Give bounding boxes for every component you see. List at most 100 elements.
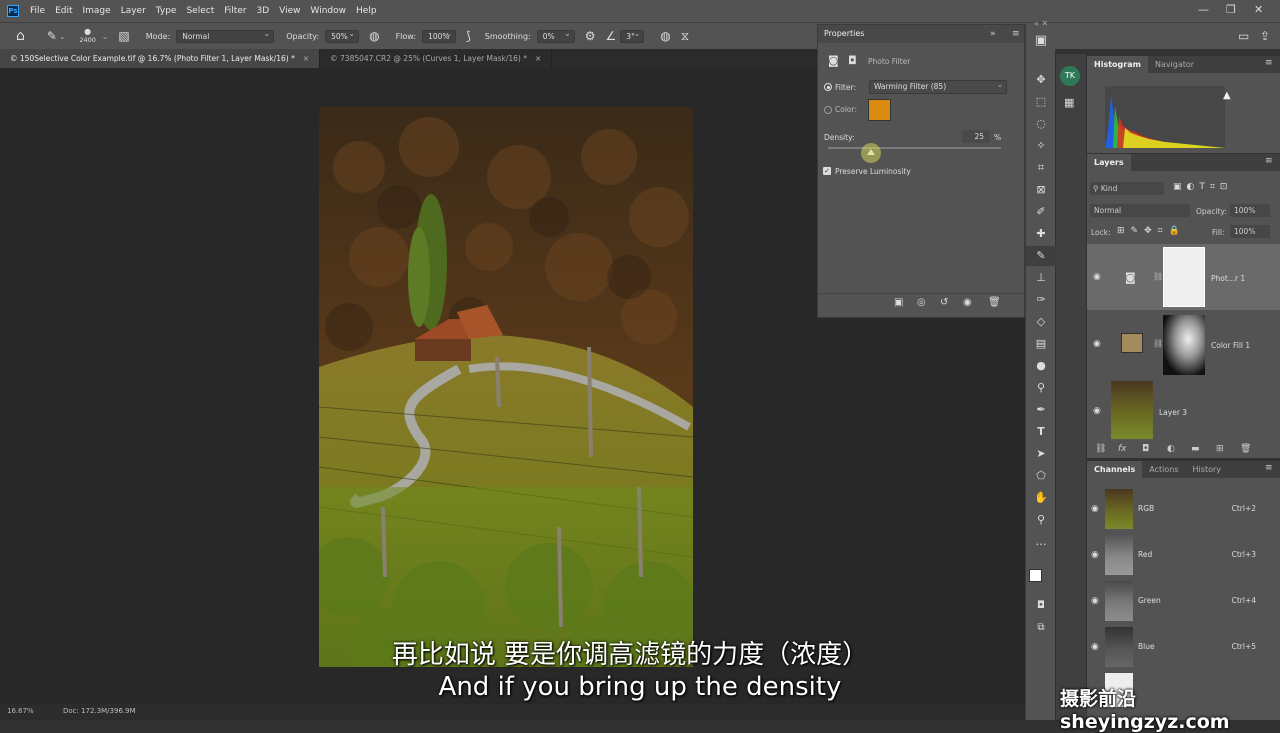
panel-menu-icon[interactable]: ≡ — [1265, 58, 1273, 68]
tab-actions[interactable]: Actions — [1142, 461, 1185, 478]
menu-file[interactable]: File — [25, 6, 50, 16]
chevron-down-icon[interactable]: ⌄ — [102, 32, 109, 41]
history-brush-tool-icon[interactable]: ✑ — [1026, 290, 1056, 310]
mode-select[interactable]: Normal — [176, 28, 275, 43]
clip-to-layer-icon[interactable]: ▣ — [894, 297, 903, 308]
quick-select-tool-icon[interactable]: ✧ — [1026, 136, 1056, 156]
channel-row-green[interactable]: ◉ Green Ctrl+4 — [1087, 578, 1280, 624]
blend-mode-select[interactable]: Normal — [1090, 204, 1190, 217]
eraser-tool-icon[interactable]: ◇ — [1026, 312, 1056, 332]
flow-field[interactable]: 100% — [422, 28, 457, 43]
healing-tool-icon[interactable]: ✚ — [1026, 224, 1056, 244]
pressure-opacity-icon[interactable]: ◍ — [369, 29, 379, 43]
marquee-tool-icon[interactable]: ⬚ — [1026, 92, 1056, 112]
layer-row-layer3[interactable]: ◉ Layer 3 — [1087, 378, 1280, 444]
adjustment-camera-icon[interactable]: ◙ — [828, 54, 839, 67]
panel-menu-icon[interactable]: ≡ — [1012, 25, 1020, 43]
brush-settings-icon[interactable]: ▧ — [118, 29, 129, 43]
link-layers-icon[interactable]: ⛓ — [1095, 444, 1106, 454]
visibility-eye-icon[interactable]: ◉ — [1093, 339, 1101, 349]
filter-select[interactable]: Warming Filter (85) ⌄ — [869, 80, 1007, 94]
tab-document-1[interactable]: © 150Selective Color Example.tif @ 16.7%… — [0, 49, 321, 68]
lasso-tool-icon[interactable]: ◌ — [1026, 114, 1056, 134]
panel-menu-icon[interactable]: ≡ — [1265, 156, 1273, 166]
angle-field[interactable]: 3° — [620, 28, 645, 43]
plugin-icon[interactable]: TK — [1060, 66, 1080, 86]
move-tool-icon[interactable]: ✥ — [1026, 70, 1056, 90]
visibility-eye-icon[interactable]: ◉ — [963, 297, 972, 308]
fill-field[interactable]: 100% — [1230, 225, 1270, 238]
view-previous-icon[interactable]: ◎ — [917, 297, 926, 308]
group-icon[interactable]: ▬ — [1191, 444, 1200, 454]
close-tab-icon[interactable]: × — [303, 54, 309, 63]
menu-image[interactable]: Image — [78, 6, 116, 16]
brush-preset-picker[interactable]: ● 2400 — [76, 27, 100, 45]
zoom-level[interactable]: 16.67% — [7, 707, 34, 715]
menu-layer[interactable]: Layer — [116, 6, 151, 16]
reset-icon[interactable]: ↺ — [940, 297, 948, 308]
close-icon[interactable]: ✕ — [1254, 3, 1263, 16]
menu-select[interactable]: Select — [181, 6, 219, 16]
hand-tool-icon[interactable]: ✋ — [1026, 488, 1056, 508]
crop-tool-icon[interactable]: ⌗ — [1026, 158, 1056, 178]
mask-icon[interactable]: ◘ — [848, 54, 857, 67]
tab-history[interactable]: History — [1186, 461, 1228, 478]
brush-tool-icon[interactable]: ✎ — [1026, 246, 1056, 266]
channel-row-rgb[interactable]: ◉ RGB Ctrl+2 — [1087, 486, 1280, 532]
libraries-icon[interactable]: ▦ — [1064, 96, 1074, 109]
pen-tool-icon[interactable]: ✒ — [1026, 400, 1056, 420]
more-tools-icon[interactable]: … — [1026, 532, 1056, 552]
layer-mask-thumbnail[interactable] — [1163, 315, 1205, 375]
smoothing-field[interactable]: 0% — [536, 28, 575, 43]
close-tab-icon[interactable]: × — [535, 54, 541, 63]
layer-row-photo-filter[interactable]: ◉ ◙ ⛓ Phot...r 1 — [1087, 244, 1280, 310]
menu-window[interactable]: Window — [306, 6, 352, 16]
tab-navigator[interactable]: Navigator — [1148, 56, 1201, 73]
foreground-color-swatch[interactable] — [1029, 569, 1042, 582]
layer-name[interactable]: Phot...r 1 — [1211, 274, 1245, 283]
color-fill-thumbnail[interactable] — [1121, 333, 1143, 353]
workspace-switch-icon[interactable]: ▣ — [1026, 31, 1056, 51]
tab-channels[interactable]: Channels — [1087, 461, 1143, 478]
visibility-eye-icon[interactable]: ◉ — [1093, 406, 1101, 416]
menu-type[interactable]: Type — [151, 6, 182, 16]
layer-name[interactable]: Layer 3 — [1159, 408, 1187, 417]
panel-menu-icon[interactable]: ≡ — [1265, 463, 1273, 473]
layer-filter-select[interactable]: ⚲ Kind — [1090, 182, 1164, 195]
gradient-tool-icon[interactable]: ▤ — [1026, 334, 1056, 354]
delete-icon[interactable]: 🗑 — [988, 297, 1001, 308]
layer-name[interactable]: Color Fill 1 — [1211, 341, 1250, 350]
filter-radio[interactable] — [824, 83, 832, 91]
preserve-checkbox[interactable]: ✓ — [823, 167, 831, 175]
visibility-eye-icon[interactable]: ◉ — [1091, 596, 1099, 606]
type-tool-icon[interactable]: T — [1026, 422, 1056, 442]
symmetry-icon[interactable]: ⧖ — [681, 29, 689, 44]
tab-layers[interactable]: Layers — [1087, 154, 1131, 171]
pressure-size-icon[interactable]: ◍ — [660, 29, 670, 43]
path-select-tool-icon[interactable]: ➤ — [1026, 444, 1056, 464]
document-image[interactable] — [319, 107, 693, 667]
gear-icon[interactable]: ⚙ — [585, 29, 596, 43]
layer-opacity-field[interactable]: 100% — [1230, 204, 1270, 217]
menu-view[interactable]: View — [274, 6, 305, 16]
density-slider-track[interactable] — [828, 147, 1001, 149]
visibility-eye-icon[interactable]: ◉ — [1093, 272, 1101, 282]
tab-document-2[interactable]: © 7385047.CR2 @ 25% (Curves 1, Layer Mas… — [320, 49, 553, 68]
menu-3d[interactable]: 3D — [252, 6, 275, 16]
link-icon[interactable]: ⛓ — [1153, 272, 1163, 281]
zoom-tool-icon[interactable]: ⚲ — [1026, 510, 1056, 530]
visibility-eye-icon[interactable]: ◉ — [1091, 504, 1099, 514]
menu-edit[interactable]: Edit — [50, 6, 77, 16]
collapse-icon[interactable]: » — [990, 25, 996, 43]
eyedropper-tool-icon[interactable]: ✐ — [1026, 202, 1056, 222]
layer-thumbnail[interactable] — [1111, 381, 1153, 439]
share-icon[interactable]: ⇪ — [1260, 29, 1270, 43]
home-icon[interactable]: ⌂ — [16, 28, 25, 44]
blur-tool-icon[interactable]: ● — [1026, 356, 1056, 376]
quick-mask-icon[interactable]: ◘ — [1026, 596, 1056, 616]
shape-tool-icon[interactable]: ⬠ — [1026, 466, 1056, 486]
color-swatch[interactable] — [868, 99, 891, 121]
menu-help[interactable]: Help — [351, 6, 382, 16]
doc-size[interactable]: Doc: 172.3M/396.9M — [63, 707, 136, 715]
adjustment-layer-icon[interactable]: ◐ — [1167, 444, 1175, 454]
